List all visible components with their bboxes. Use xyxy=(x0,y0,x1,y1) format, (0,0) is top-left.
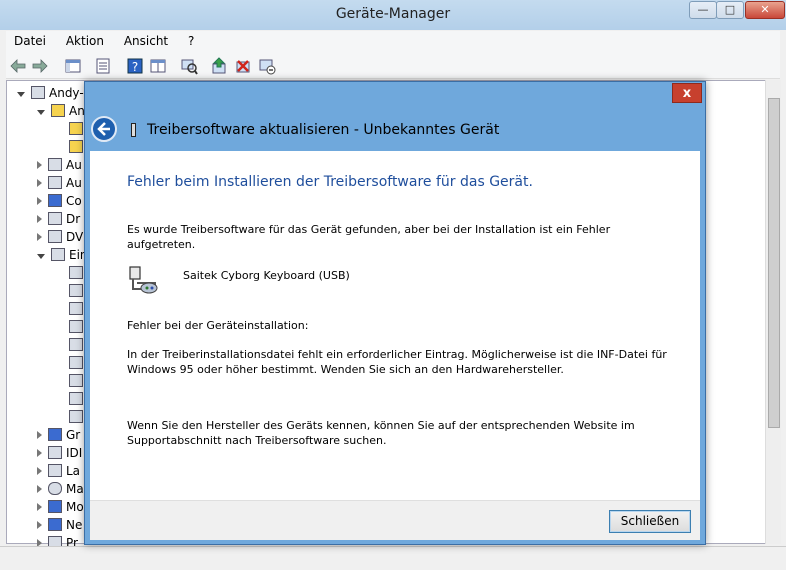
tree-item[interactable]: Dr xyxy=(37,212,80,230)
expand-arrow-icon[interactable] xyxy=(37,179,42,187)
update-driver-icon[interactable] xyxy=(210,57,228,75)
menu-bar: Datei Aktion Ansicht ? xyxy=(6,31,780,53)
expand-arrow-icon[interactable] xyxy=(37,233,42,241)
hid-device-icon xyxy=(69,410,83,423)
device-small-icon xyxy=(131,123,136,137)
menu-datei[interactable]: Datei xyxy=(6,31,54,51)
mouse-icon xyxy=(48,482,62,495)
close-button[interactable]: Schließen xyxy=(609,510,691,533)
hid-device-icon xyxy=(69,302,83,315)
dialog-body: Fehler beim Installieren der Treibersoft… xyxy=(90,151,700,500)
speaker-icon xyxy=(48,158,62,171)
expand-arrow-icon[interactable] xyxy=(37,521,42,529)
back-arrow-icon xyxy=(97,122,110,136)
hid-device-icon xyxy=(69,374,83,387)
expand-arrow-icon[interactable] xyxy=(37,197,42,205)
show-hide-tree-icon[interactable] xyxy=(64,57,82,75)
menu-aktion[interactable]: Aktion xyxy=(58,31,112,51)
minimize-button[interactable]: — xyxy=(689,1,717,19)
collapse-arrow-icon[interactable] xyxy=(37,254,45,259)
warning-device-icon xyxy=(69,122,83,135)
speaker-icon xyxy=(48,176,62,189)
forward-arrow-icon[interactable] xyxy=(32,59,48,73)
dialog-close-button[interactable]: x xyxy=(672,83,702,103)
collapse-arrow-icon[interactable] xyxy=(37,110,45,115)
dvd-drive-icon xyxy=(48,230,62,243)
tree-item[interactable]: La xyxy=(37,464,80,482)
vertical-scrollbar[interactable] xyxy=(765,80,781,544)
tree-root[interactable]: Andy- xyxy=(17,86,84,104)
warning-device-icon xyxy=(51,104,65,117)
properties-icon[interactable] xyxy=(94,57,112,75)
warning-device-icon xyxy=(69,140,83,153)
hid-device-icon xyxy=(69,284,83,297)
disable-device-icon[interactable] xyxy=(258,57,276,75)
network-icon xyxy=(48,518,62,531)
help-icon[interactable]: ? xyxy=(126,57,144,75)
maximize-button[interactable]: □ xyxy=(716,1,744,19)
hint-text: Wenn Sie den Hersteller des Geräts kenne… xyxy=(127,419,635,447)
driver-update-dialog: x Treibersoftware aktualisieren - Unbeka… xyxy=(84,81,706,545)
toolbar: ? xyxy=(6,53,780,79)
expand-arrow-icon[interactable] xyxy=(37,215,42,223)
expand-arrow-icon[interactable] xyxy=(37,431,42,439)
hid-device-icon xyxy=(69,338,83,351)
collapse-arrow-icon[interactable] xyxy=(17,92,25,97)
device-name: Saitek Cyborg Keyboard (USB) xyxy=(183,269,350,282)
svg-text:?: ? xyxy=(132,60,138,74)
drive-icon xyxy=(48,464,62,477)
uninstall-icon[interactable] xyxy=(234,57,252,75)
menu-ansicht[interactable]: Ansicht xyxy=(116,31,176,51)
view-icon[interactable] xyxy=(149,57,167,75)
menu-help[interactable]: ? xyxy=(180,31,202,51)
window-title: Geräte-Manager xyxy=(335,6,451,22)
dialog-title: Treibersoftware aktualisieren - Unbekann… xyxy=(147,122,500,138)
hid-device-icon xyxy=(69,320,83,333)
tree-item[interactable]: Au xyxy=(37,176,82,194)
keyboard-device-icon xyxy=(129,266,158,294)
tree-item[interactable]: Au xyxy=(37,158,82,176)
tree-item[interactable]: An xyxy=(37,104,85,122)
tree-item[interactable]: IDI xyxy=(37,446,82,464)
expand-arrow-icon[interactable] xyxy=(37,449,42,457)
hid-device-icon xyxy=(69,266,83,279)
expand-arrow-icon[interactable] xyxy=(37,467,42,475)
scrollbar-thumb[interactable] xyxy=(768,98,780,428)
tree-item[interactable]: Mo xyxy=(37,500,84,518)
expand-arrow-icon[interactable] xyxy=(37,485,42,493)
computer-icon xyxy=(48,194,62,207)
tree-item[interactable]: Co xyxy=(37,194,82,212)
expand-arrow-icon[interactable] xyxy=(37,161,42,169)
dialog-footer: Schließen xyxy=(90,500,700,540)
monitor-icon xyxy=(48,500,62,513)
computer-icon xyxy=(31,86,45,99)
error-heading: Fehler beim Installieren der Treibersoft… xyxy=(127,174,533,190)
ide-controller-icon xyxy=(48,446,62,459)
tree-item[interactable]: Ein xyxy=(37,248,88,266)
tree-item[interactable]: Ma xyxy=(37,482,84,500)
back-arrow-icon[interactable] xyxy=(10,59,26,73)
input-device-icon xyxy=(51,248,65,261)
display-adapter-icon xyxy=(48,428,62,441)
hid-device-icon xyxy=(69,392,83,405)
error-label: Fehler bei der Geräteinstallation: xyxy=(127,319,309,332)
close-window-button[interactable]: ✕ xyxy=(745,1,785,19)
expand-arrow-icon[interactable] xyxy=(37,503,42,511)
status-bar xyxy=(0,546,786,570)
tree-item[interactable]: Gr xyxy=(37,428,80,446)
title-bar[interactable]: Geräte-Manager — □ ✕ xyxy=(0,0,786,30)
tree-item[interactable]: DV xyxy=(37,230,83,248)
tree-item[interactable]: Ne xyxy=(37,518,82,536)
printer-icon xyxy=(48,212,62,225)
scan-hardware-icon[interactable] xyxy=(180,57,198,75)
error-detail: In der Treiberinstallationsdatei fehlt e… xyxy=(127,348,667,376)
back-button[interactable] xyxy=(91,116,117,142)
intro-text: Es wurde Treibersoftware für das Gerät g… xyxy=(127,223,611,251)
hid-device-icon xyxy=(69,356,83,369)
